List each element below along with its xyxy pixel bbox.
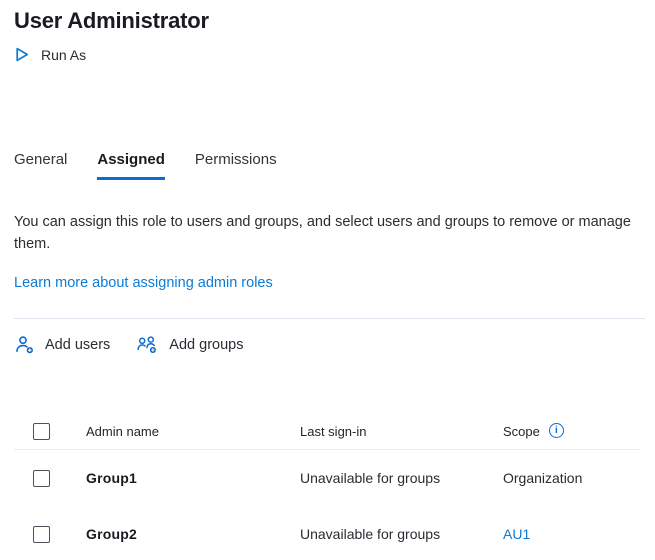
- column-header-admin-name[interactable]: Admin name: [86, 424, 300, 439]
- run-as-label: Run As: [41, 47, 86, 63]
- scope-cell: Organization: [503, 470, 641, 486]
- column-header-last-sign-in[interactable]: Last sign-in: [300, 424, 503, 439]
- admin-name-cell[interactable]: Group2: [86, 526, 300, 542]
- last-sign-in-cell: Unavailable for groups: [300, 526, 503, 542]
- toolbar-divider: [14, 318, 645, 319]
- tab-general[interactable]: General: [14, 151, 67, 180]
- page-title: User Administrator: [14, 8, 641, 34]
- table-row[interactable]: Group2 Unavailable for groups AU1: [14, 506, 641, 560]
- column-header-scope[interactable]: Scope i: [503, 424, 641, 439]
- scope-info-icon[interactable]: i: [549, 423, 564, 438]
- scope-header-label: Scope: [503, 424, 540, 439]
- admin-name-cell[interactable]: Group1: [86, 470, 300, 486]
- row-checkbox[interactable]: [33, 526, 50, 543]
- tab-permissions[interactable]: Permissions: [195, 151, 277, 180]
- table-row[interactable]: Group1 Unavailable for groups Organizati…: [14, 450, 641, 506]
- run-as-play-icon: [14, 46, 30, 63]
- add-users-label: Add users: [45, 337, 110, 353]
- assigned-tab-description: You can assign this role to users and gr…: [14, 211, 641, 255]
- scope-link[interactable]: AU1: [503, 526, 641, 542]
- run-as-button[interactable]: Run As: [14, 46, 86, 63]
- tab-assigned[interactable]: Assigned: [97, 151, 165, 180]
- add-group-icon: [136, 334, 159, 355]
- row-checkbox[interactable]: [33, 470, 50, 487]
- assigned-admins-table: Admin name Last sign-in Scope i Group1 U…: [14, 413, 641, 560]
- assignment-toolbar: Add users Add groups: [14, 334, 641, 355]
- add-users-button[interactable]: Add users: [14, 334, 110, 355]
- table-header-row: Admin name Last sign-in Scope i: [14, 413, 641, 449]
- add-groups-button[interactable]: Add groups: [136, 334, 243, 355]
- add-groups-label: Add groups: [169, 337, 243, 353]
- last-sign-in-cell: Unavailable for groups: [300, 470, 503, 486]
- add-user-icon: [14, 334, 35, 355]
- tab-bar: General Assigned Permissions: [14, 151, 641, 180]
- select-all-checkbox[interactable]: [33, 423, 50, 440]
- learn-more-link[interactable]: Learn more about assigning admin roles: [14, 275, 273, 291]
- role-detail-panel: User Administrator Run As General Assign…: [0, 0, 655, 560]
